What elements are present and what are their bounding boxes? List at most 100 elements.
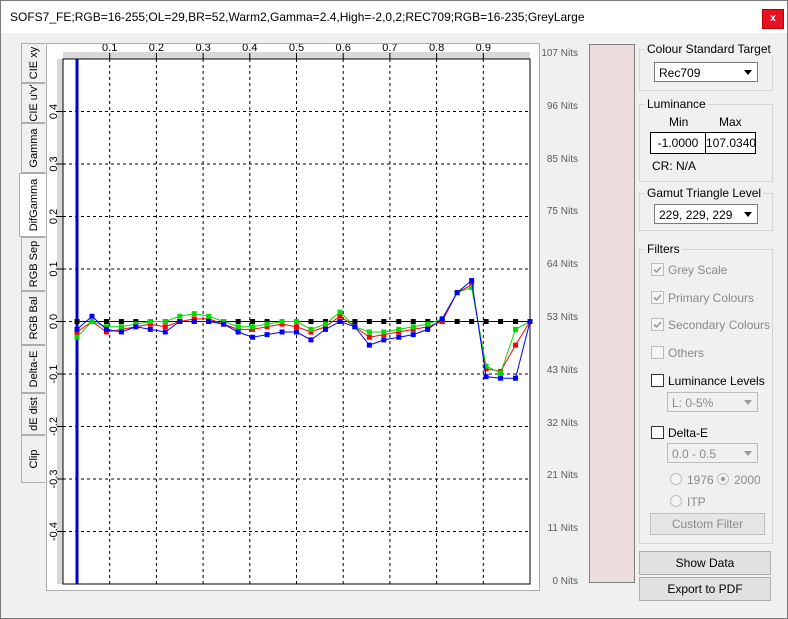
data-point-reference [352, 319, 358, 324]
y-tick-label: 0.4 [48, 104, 60, 119]
data-point-green [279, 319, 285, 324]
data-point-reference [410, 319, 416, 324]
data-point-blue [103, 326, 109, 332]
tab-label: DifGamma [27, 178, 40, 232]
plot-area: 0.1 0.2 0.3 0.4 0.5 0.6 0.7 0.8 0.9 0.4 0.3 0.2 0.1 0… [46, 43, 540, 591]
grey-scale-checkbox[interactable] [651, 263, 664, 276]
data-point-blue [74, 326, 80, 332]
data-point-blue [177, 319, 183, 324]
data-point-blue [410, 332, 416, 338]
nits-label: 32 Nits [546, 417, 578, 429]
y-tick-label: 0.1 [48, 261, 60, 276]
data-point-reference [103, 319, 109, 324]
data-point-green [513, 326, 519, 332]
x-tick-label: 0.6 [336, 44, 351, 54]
luminance-range-select[interactable]: L: 0-5% [667, 392, 758, 412]
tab-rgb-bal[interactable]: RGB Bal [21, 291, 45, 345]
data-point-green [366, 329, 372, 335]
data-point-reference [235, 319, 241, 324]
gamut-level-select[interactable]: 229, 229, 229 [654, 204, 758, 224]
luminance-range-value: L: 0-5% [672, 396, 714, 410]
data-point-green [337, 309, 343, 315]
data-point-blue [89, 313, 95, 319]
data-point-reference [513, 319, 519, 324]
data-point-reference [469, 319, 475, 324]
data-point-blue [396, 334, 402, 340]
radio-2000[interactable] [717, 473, 729, 485]
nits-label: 11 Nits [547, 523, 578, 535]
close-button[interactable]: x [762, 9, 784, 29]
tab-label: Delta-E [27, 350, 40, 388]
data-point-blue [191, 319, 197, 324]
radio-itp[interactable] [670, 495, 682, 507]
tab-label: RGB Sep [27, 240, 40, 288]
data-point-reference [118, 319, 124, 324]
data-point-blue [366, 342, 372, 348]
tab-clip[interactable]: Clip [21, 435, 45, 483]
nits-label: 0 Nits [552, 576, 578, 587]
view-tabs: CIE xy CIE u'v' Gamma DifGamma RGB Sep RGB Ba… [19, 43, 47, 493]
data-point-reference [250, 319, 256, 324]
data-point-reference [483, 319, 489, 324]
colour-standard-select[interactable]: Rec709 [654, 62, 758, 82]
data-point-blue [279, 329, 285, 335]
custom-filter-button[interactable]: Custom Filter [650, 513, 765, 535]
nits-label: 21 Nits [546, 470, 578, 482]
gamut-label: Gamut Triangle Level [645, 186, 764, 200]
data-point-green [410, 324, 416, 330]
colour-standard-value: Rec709 [659, 66, 701, 80]
main-window: SOFS7_FE;RGB=16-255;OL=29,BR=52,Warm2,Ga… [0, 0, 788, 619]
luminance-min-value: -1.0000 [650, 132, 706, 154]
colour-standard-label: Colour Standard Target [645, 42, 773, 56]
check-icon [653, 266, 662, 274]
tab-delta-e[interactable]: Delta-E [21, 345, 45, 393]
data-point-green [118, 324, 124, 330]
secondary-colours-checkbox[interactable] [651, 318, 664, 331]
chevron-down-icon [744, 451, 752, 456]
radio-itp-label: ITP [687, 495, 706, 509]
show-data-button[interactable]: Show Data [639, 551, 771, 575]
delta-e-checkbox[interactable] [651, 426, 664, 439]
nits-label: 43 Nits [546, 364, 578, 376]
y-tick-label: -0.4 [48, 522, 60, 541]
data-point-blue [250, 334, 256, 340]
y-tick-label: -0.1 [48, 365, 60, 384]
nits-label: 96 Nits [546, 100, 578, 112]
data-point-blue [235, 329, 241, 335]
tab-cie-u-v-[interactable]: CIE u'v' [21, 83, 45, 123]
tab-de-dist[interactable]: dE dist [21, 393, 45, 435]
data-point-green [206, 313, 212, 319]
data-point-reference [74, 319, 80, 324]
data-point-blue [147, 326, 153, 332]
luminance-min-label: Min [669, 115, 689, 129]
x-tick-label: 0.1 [102, 44, 117, 54]
data-point-green [191, 311, 197, 317]
others-checkbox[interactable] [651, 346, 664, 359]
data-point-reference [454, 319, 460, 324]
luminance-levels-checkbox[interactable] [651, 374, 664, 387]
data-point-blue [381, 337, 387, 343]
radio-1976[interactable] [670, 473, 682, 485]
data-point-green [177, 313, 183, 319]
nits-label: 53 Nits [546, 312, 578, 323]
data-point-blue [454, 290, 460, 296]
tab-difgamma[interactable]: DifGamma [19, 173, 47, 237]
nits-label: 85 Nits [546, 153, 578, 165]
primary-colours-checkbox[interactable] [651, 291, 664, 304]
x-tick-label: 0.4 [242, 44, 257, 54]
luminance-max-value: 107.0340 [705, 132, 756, 154]
data-point-blue [294, 329, 299, 335]
luminance-max-label: Max [719, 115, 742, 129]
data-point-green [235, 324, 241, 330]
tab-gamma[interactable]: Gamma [21, 123, 45, 173]
luminance-levels-label: Luminance Levels [668, 374, 765, 388]
export-pdf-button[interactable]: Export to PDF [639, 577, 771, 601]
x-tick-label: 0.5 [289, 44, 304, 54]
tab-rgb-sep[interactable]: RGB Sep [21, 237, 45, 291]
delta-e-range-select[interactable]: 0.0 - 0.5 [667, 443, 758, 463]
data-point-reference [498, 319, 504, 324]
tab-cie-xy[interactable]: CIE xy [21, 43, 45, 83]
data-point-blue [206, 319, 212, 324]
y-tick-label: 0.0 [48, 314, 60, 329]
primary-colours-label: Primary Colours [668, 291, 755, 305]
